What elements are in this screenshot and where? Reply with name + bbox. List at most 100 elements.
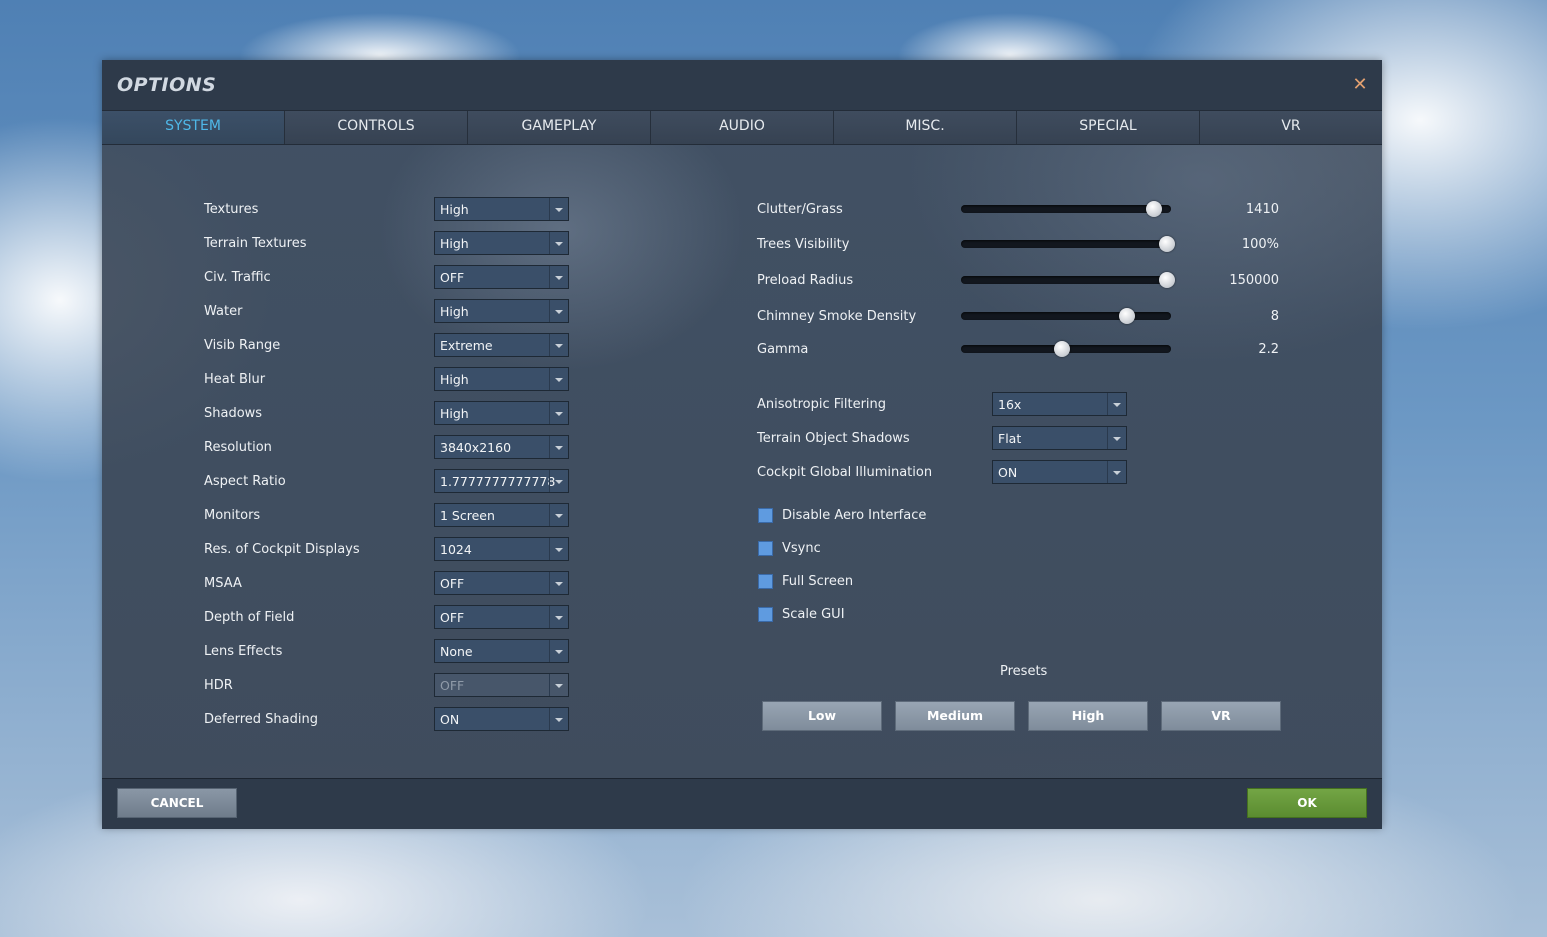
deferred-shading-dropdown[interactable]: ON	[434, 707, 569, 731]
chevron-down-icon	[549, 300, 568, 322]
civ-traffic-value: OFF	[440, 270, 465, 285]
chevron-down-icon	[549, 572, 568, 594]
vsync-checkbox[interactable]	[758, 541, 773, 556]
msaa-value: OFF	[440, 576, 465, 591]
trees-visibility-slider[interactable]	[961, 236, 1175, 252]
cancel-button[interactable]: CANCEL	[117, 788, 237, 818]
terrain-object-shadows-dropdown[interactable]: Flat	[992, 426, 1127, 450]
preset-low-button[interactable]: Low	[762, 701, 882, 731]
slider-handle[interactable]	[1158, 236, 1175, 252]
tab-controls[interactable]: CONTROLS	[285, 111, 468, 144]
terrain-textures-label: Terrain Textures	[204, 236, 307, 251]
msaa-label: MSAA	[204, 576, 242, 591]
chevron-down-icon	[549, 402, 568, 424]
chimney-smoke-density-slider[interactable]	[961, 308, 1171, 324]
preload-radius-label: Preload Radius	[757, 273, 854, 288]
deferred-shading-label: Deferred Shading	[204, 712, 318, 727]
slider-handle[interactable]	[1158, 272, 1175, 288]
tab-special[interactable]: SPECIAL	[1017, 111, 1200, 144]
preload-radius-slider[interactable]	[961, 272, 1175, 288]
slider-handle[interactable]	[1146, 201, 1163, 217]
shadows-dropdown[interactable]: High	[434, 401, 569, 425]
chevron-down-icon	[549, 198, 568, 220]
resolution-value: 3840x2160	[440, 440, 512, 455]
gamma-label: Gamma	[757, 342, 809, 357]
scale-gui-label: Scale GUI	[782, 607, 845, 622]
options-window: OPTIONS ✕ SYSTEM CONTROLS GAMEPLAY AUDIO…	[102, 60, 1382, 829]
preset-vr-button[interactable]: VR	[1161, 701, 1281, 731]
resolution-label: Resolution	[204, 440, 272, 455]
disable-aero-interface-checkbox[interactable]	[758, 508, 773, 523]
shadows-label: Shadows	[204, 406, 263, 421]
monitors-label: Monitors	[204, 508, 261, 523]
ok-button[interactable]: OK	[1247, 788, 1367, 818]
presets-label: Presets	[1000, 664, 1048, 679]
terrain-textures-dropdown[interactable]: High	[434, 231, 569, 255]
preset-medium-button[interactable]: Medium	[895, 701, 1015, 731]
textures-label: Textures	[204, 202, 259, 217]
full-screen-checkbox[interactable]	[758, 574, 773, 589]
depth-of-field-dropdown[interactable]: OFF	[434, 605, 569, 629]
chevron-down-icon	[549, 334, 568, 356]
hdr-value: OFF	[440, 678, 465, 693]
resolution-dropdown[interactable]: 3840x2160	[434, 435, 569, 459]
chevron-down-icon	[549, 674, 568, 696]
monitors-dropdown[interactable]: 1 Screen	[434, 503, 569, 527]
chevron-down-icon	[1107, 461, 1126, 483]
water-label: Water	[204, 304, 243, 319]
hdr-label: HDR	[204, 678, 233, 693]
trees-visibility-value: 100%	[1241, 237, 1279, 252]
msaa-dropdown[interactable]: OFF	[434, 571, 569, 595]
tab-vr[interactable]: VR	[1200, 111, 1382, 144]
terrain-textures-value: High	[440, 236, 469, 251]
scale-gui-checkbox[interactable]	[758, 607, 773, 622]
slider-handle[interactable]	[1118, 308, 1135, 324]
disable-aero-interface-label: Disable Aero Interface	[782, 508, 927, 523]
trees-visibility-label: Trees Visibility	[757, 237, 850, 252]
res-of-cockpit-displays-value: 1024	[440, 542, 472, 557]
cockpit-global-illumination-dropdown[interactable]: ON	[992, 460, 1127, 484]
aspect-ratio-label: Aspect Ratio	[204, 474, 286, 489]
lens-effects-dropdown[interactable]: None	[434, 639, 569, 663]
civ-traffic-label: Civ. Traffic	[204, 270, 271, 285]
depth-of-field-label: Depth of Field	[204, 610, 295, 625]
hdr-dropdown[interactable]: OFF	[434, 673, 569, 697]
chimney-smoke-density-label: Chimney Smoke Density	[757, 309, 917, 324]
res-of-cockpit-displays-dropdown[interactable]: 1024	[434, 537, 569, 561]
tab-gameplay[interactable]: GAMEPLAY	[468, 111, 651, 144]
terrain-object-shadows-label: Terrain Object Shadows	[757, 431, 910, 446]
deferred-shading-value: ON	[440, 712, 460, 727]
res-of-cockpit-displays-label: Res. of Cockpit Displays	[204, 542, 360, 557]
water-dropdown[interactable]: High	[434, 299, 569, 323]
anisotropic-filtering-label: Anisotropic Filtering	[757, 397, 887, 412]
chevron-down-icon	[549, 504, 568, 526]
shadows-value: High	[440, 406, 469, 421]
chevron-down-icon	[549, 470, 568, 492]
vsync-label: Vsync	[782, 541, 821, 556]
close-icon[interactable]: ✕	[1350, 75, 1370, 95]
clutter-grass-slider[interactable]	[961, 201, 1171, 217]
visib-range-label: Visib Range	[204, 338, 281, 353]
anisotropic-filtering-dropdown[interactable]: 16x	[992, 392, 1127, 416]
tab-audio[interactable]: AUDIO	[651, 111, 834, 144]
cockpit-global-illumination-value: ON	[998, 465, 1018, 480]
textures-dropdown[interactable]: High	[434, 197, 569, 221]
civ-traffic-dropdown[interactable]: OFF	[434, 265, 569, 289]
textures-value: High	[440, 202, 469, 217]
gamma-slider[interactable]	[961, 341, 1171, 357]
chevron-down-icon	[549, 232, 568, 254]
tab-misc[interactable]: MISC.	[834, 111, 1017, 144]
cockpit-global-illumination-label: Cockpit Global Illumination	[757, 465, 933, 480]
chevron-down-icon	[549, 538, 568, 560]
tab-system[interactable]: SYSTEM	[102, 111, 285, 144]
preset-high-button[interactable]: High	[1028, 701, 1148, 731]
slider-handle[interactable]	[1053, 341, 1070, 357]
preload-radius-value: 150000	[1229, 273, 1279, 288]
chevron-down-icon	[1107, 393, 1126, 415]
aspect-ratio-dropdown[interactable]: 1.7777777777778	[434, 469, 569, 493]
heat-blur-dropdown[interactable]: High	[434, 367, 569, 391]
visib-range-dropdown[interactable]: Extreme	[434, 333, 569, 357]
terrain-object-shadows-value: Flat	[998, 431, 1022, 446]
monitors-value: 1 Screen	[440, 508, 495, 523]
heat-blur-label: Heat Blur	[204, 372, 266, 387]
